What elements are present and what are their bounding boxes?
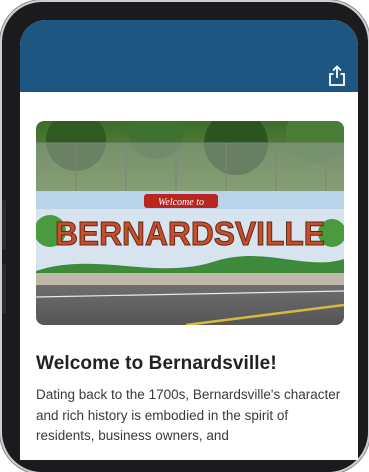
page-title: Welcome to Bernardsville! — [36, 353, 277, 374]
intro-paragraph: Dating back to the 1700s, Bernardsville'… — [36, 387, 341, 443]
mural-title-text: BERNARDSVILLE — [55, 215, 325, 252]
phone-frame: Welcome to BERNARDSVILLE Welcome to Bern… — [2, 2, 368, 472]
volume-down-button — [2, 264, 6, 314]
share-button[interactable] — [324, 64, 350, 88]
volume-up-button — [2, 200, 6, 250]
share-icon — [329, 65, 345, 86]
hero-image: Welcome to BERNARDSVILLE — [36, 121, 344, 325]
app-header — [20, 20, 358, 92]
mural-banner-text: Welcome to — [158, 197, 204, 208]
phone-screen: Welcome to BERNARDSVILLE Welcome to Bern… — [20, 20, 358, 460]
article-content: Welcome to BERNARDSVILLE Welcome to Bern… — [36, 121, 344, 447]
